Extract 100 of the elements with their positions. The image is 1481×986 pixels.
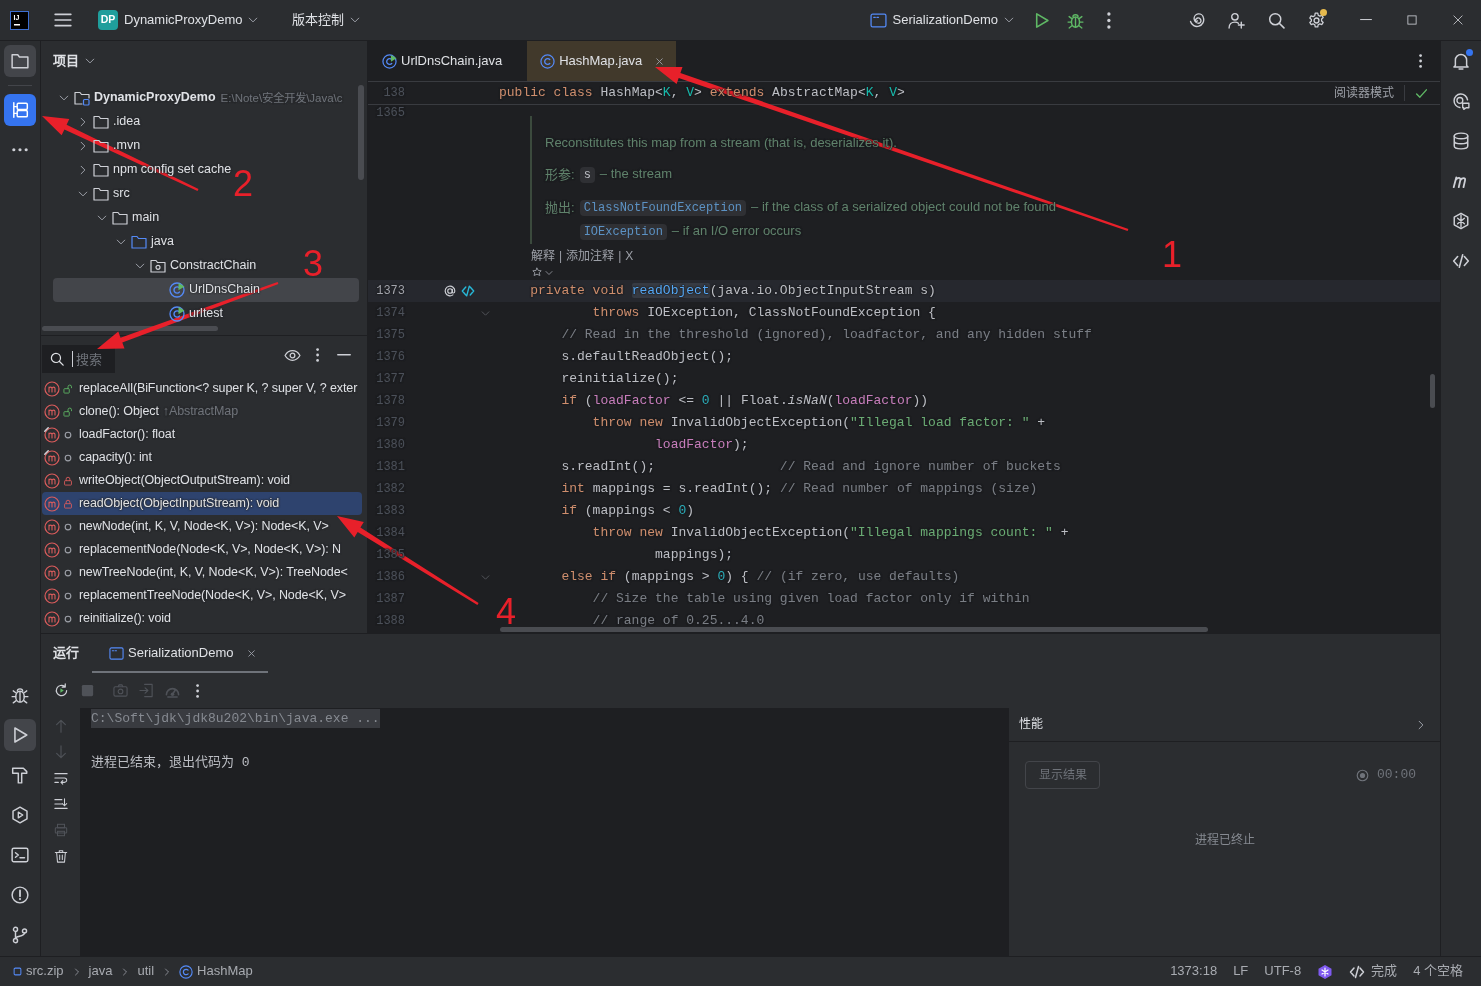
- file-encoding[interactable]: UTF-8: [1264, 963, 1302, 980]
- hammer-icon: [11, 766, 29, 784]
- package-folder-icon: [150, 258, 166, 274]
- minimize-icon: [1360, 19, 1372, 21]
- project-selector[interactable]: DP DynamicProxyDemo: [92, 5, 265, 35]
- caret-position[interactable]: 1373:18: [1170, 963, 1218, 980]
- tree-item[interactable]: main: [53, 206, 166, 230]
- member-item[interactable]: reinitialize(): void: [42, 607, 362, 630]
- structure-icon: [11, 101, 29, 119]
- inlay-separator: |: [618, 249, 622, 264]
- run-tab[interactable]: SerializationDemo: [92, 634, 268, 673]
- exclamation-icon: [11, 886, 29, 904]
- code-line: // range of 0.25...4.0: [591, 612, 765, 630]
- square-icon: [13, 967, 22, 976]
- code-line: s.readInt(); // Read and ignore number of buckets: [560, 458, 1061, 476]
- completion-status[interactable]: 完成: [1349, 963, 1398, 980]
- chevron-right-icon[interactable]: [78, 117, 88, 127]
- hexagon-play-icon: [11, 806, 29, 824]
- class-icon: [169, 306, 185, 322]
- editor-tab[interactable]: HashMap.java: [527, 41, 677, 81]
- inlay-action-link[interactable]: 解释: [531, 249, 555, 264]
- bell-icon: [1452, 52, 1470, 70]
- inlay-action-link[interactable]: X: [625, 249, 634, 264]
- ring-icon: [63, 544, 73, 555]
- indent-setting[interactable]: 4 个空格: [1413, 963, 1463, 980]
- annotation-number: 3: [303, 250, 324, 277]
- lock-icon: [63, 475, 73, 486]
- module-folder-icon: [74, 90, 90, 106]
- member-item[interactable]: replacementTreeNode(Node<K, V>, Node<K, V>: [42, 584, 362, 607]
- code-line: mappings);: [654, 546, 734, 564]
- inlay-action-link[interactable]: 添加注释: [566, 249, 615, 264]
- tree-item[interactable]: DynamicProxyDemo E:\Note\安全开发\Java\c: [53, 86, 349, 110]
- tree-item[interactable]: UrlDnsChain: [53, 278, 359, 302]
- branch-icon: [11, 926, 29, 944]
- menu-icon: [54, 11, 72, 29]
- chevron-down-icon[interactable]: [78, 189, 88, 199]
- chevron-down-icon[interactable]: [97, 213, 107, 223]
- more-actions-button[interactable]: [1418, 54, 1422, 68]
- search-field[interactable]: 搜索: [42, 345, 115, 373]
- project-tool-button[interactable]: [4, 45, 36, 77]
- breadcrumb-item[interactable]: java: [88, 963, 113, 980]
- text-cursor: [72, 351, 73, 367]
- ring-icon: [63, 452, 73, 463]
- chevron-down-icon[interactable]: [135, 261, 145, 271]
- breadcrumb-item[interactable]: HashMap: [179, 963, 253, 980]
- editor-tab[interactable]: UrlDnsChain.java: [368, 41, 529, 81]
- code-icon[interactable]: [461, 284, 475, 298]
- record-icon: [1356, 768, 1369, 782]
- member-item[interactable]: clone(): Object ↑AbstractMap: [42, 400, 362, 423]
- reader-mode-button[interactable]: 阅读器模式: [1334, 85, 1404, 101]
- tree-item[interactable]: src: [53, 182, 136, 206]
- expand-button[interactable]: [1416, 719, 1426, 730]
- tree-item[interactable]: .idea: [53, 110, 147, 134]
- class-icon: [382, 53, 397, 69]
- check-icon[interactable]: [1415, 86, 1428, 100]
- exception-link[interactable]: IOException: [579, 224, 667, 240]
- tree-item[interactable]: ConstractChain: [53, 254, 263, 278]
- ring-icon: [63, 429, 73, 440]
- scrollbar-thumb[interactable]: [1430, 374, 1435, 408]
- view-dropdown[interactable]: 项目: [53, 52, 95, 70]
- exception-link[interactable]: ClassNotFoundException: [579, 200, 747, 216]
- code-line: private void readObject(java.io.ObjectInputStream s): [529, 282, 936, 300]
- close-icon[interactable]: [654, 55, 666, 67]
- breadcrumb-item[interactable]: util: [137, 963, 155, 980]
- at-sign-icon[interactable]: [443, 284, 457, 298]
- member-item[interactable]: readObject(ObjectInputStream): void: [42, 492, 362, 515]
- tree-item[interactable]: java: [53, 230, 180, 254]
- code-icon: [1452, 252, 1470, 270]
- member-item[interactable]: loadFactor(): float: [42, 423, 362, 446]
- chevron-right-icon[interactable]: [78, 141, 88, 151]
- member-item[interactable]: replaceAll(BiFunction<? super K, ? super V, ? exter: [42, 377, 362, 400]
- member-item[interactable]: newTreeNode(int, K, V, Node<K, V>): TreeNode<: [42, 561, 362, 584]
- timer-text: 00:00: [1377, 766, 1416, 784]
- scrollbar-thumb[interactable]: [358, 85, 364, 180]
- structure-tool-button[interactable]: [4, 94, 36, 126]
- run-configuration-selector[interactable]: SerializationDemo: [863, 5, 1020, 35]
- folder-icon: [11, 52, 29, 70]
- breadcrumb-item[interactable]: src.zip: [13, 963, 64, 980]
- folder-icon: [93, 186, 109, 202]
- tree-item[interactable]: .mvn: [53, 134, 147, 158]
- ai-assistant-button[interactable]: [1317, 963, 1334, 980]
- run-tool-button[interactable]: [4, 719, 36, 751]
- chevron-down-icon[interactable]: [116, 237, 126, 247]
- member-item[interactable]: replacementNode(Node<K, V>, Node<K, V>): N: [42, 538, 362, 561]
- member-item[interactable]: newNode(int, K, V, Node<K, V>): Node<K, V>: [42, 515, 362, 538]
- scrollbar-thumb[interactable]: [500, 627, 1208, 632]
- chevron-right-icon[interactable]: [78, 165, 88, 175]
- scrollbar-thumb[interactable]: [42, 326, 218, 331]
- chevron-down-icon[interactable]: [59, 93, 69, 103]
- ring-icon: [63, 590, 73, 601]
- code-line: else if (mappings > 0) { // (if zero, use defaults): [560, 568, 960, 586]
- vcs-menu[interactable]: 版本控制: [286, 5, 367, 35]
- member-item[interactable]: capacity(): int: [42, 446, 362, 469]
- folder-icon: [112, 210, 128, 226]
- code-icon: [1349, 963, 1366, 980]
- doc-text: – if an I/O error occurs: [671, 223, 802, 238]
- chevron-right-icon: [121, 967, 130, 976]
- member-item[interactable]: writeObject(ObjectOutputStream): void: [42, 469, 362, 492]
- line-separator[interactable]: LF: [1233, 963, 1249, 980]
- close-icon[interactable]: [245, 648, 257, 659]
